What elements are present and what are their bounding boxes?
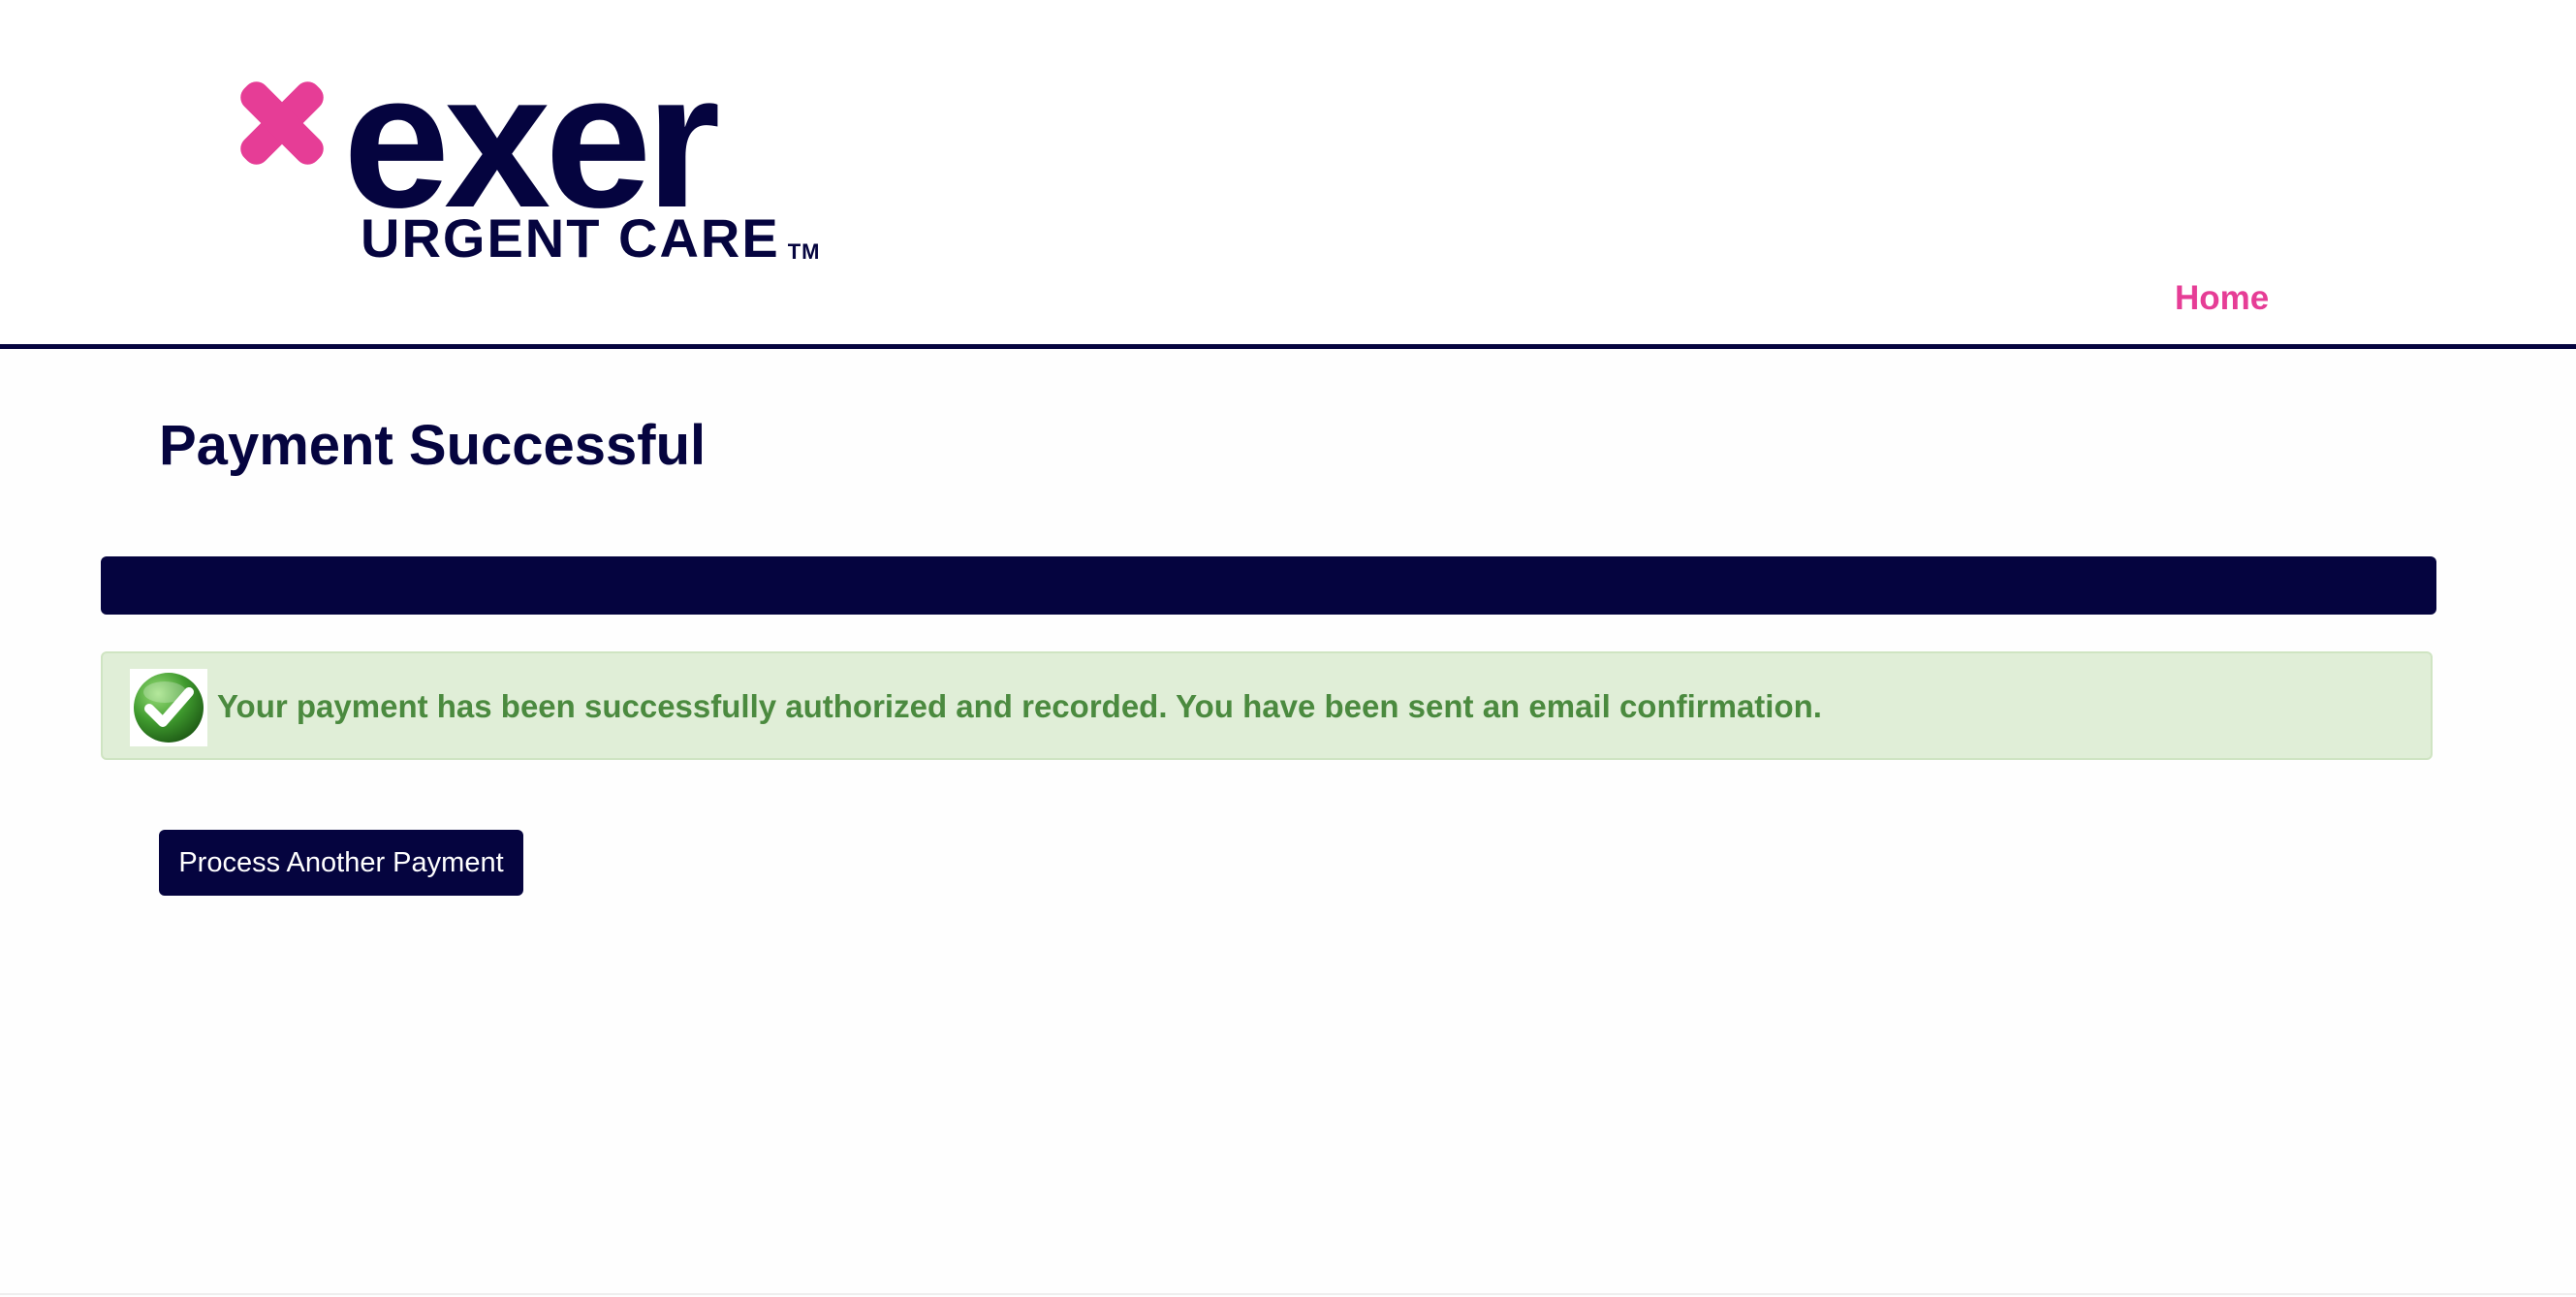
section-header-bar bbox=[101, 556, 2436, 615]
process-another-payment-button[interactable]: Process Another Payment bbox=[159, 830, 523, 896]
logo-subtitle: URGENT CARE TM bbox=[361, 211, 820, 266]
page-title: Payment Successful bbox=[159, 414, 707, 477]
header-divider bbox=[0, 344, 2576, 349]
nav-home-link[interactable]: Home bbox=[2175, 279, 2269, 318]
page-bottom-border bbox=[0, 1293, 2576, 1295]
check-icon bbox=[130, 669, 207, 746]
logo-trademark: TM bbox=[787, 239, 821, 264]
success-message: Your payment has been successfully autho… bbox=[217, 688, 1822, 724]
site-header: exer URGENT CARE TM Home bbox=[0, 0, 2576, 345]
logo-subtitle-text: URGENT CARE bbox=[361, 207, 780, 269]
logo-cross-icon bbox=[240, 81, 324, 165]
brand-logo[interactable]: exer URGENT CARE TM bbox=[229, 45, 849, 271]
success-alert: Your payment has been successfully autho… bbox=[101, 651, 2433, 760]
page: exer URGENT CARE TM Home Payment Successf… bbox=[0, 0, 2576, 1297]
